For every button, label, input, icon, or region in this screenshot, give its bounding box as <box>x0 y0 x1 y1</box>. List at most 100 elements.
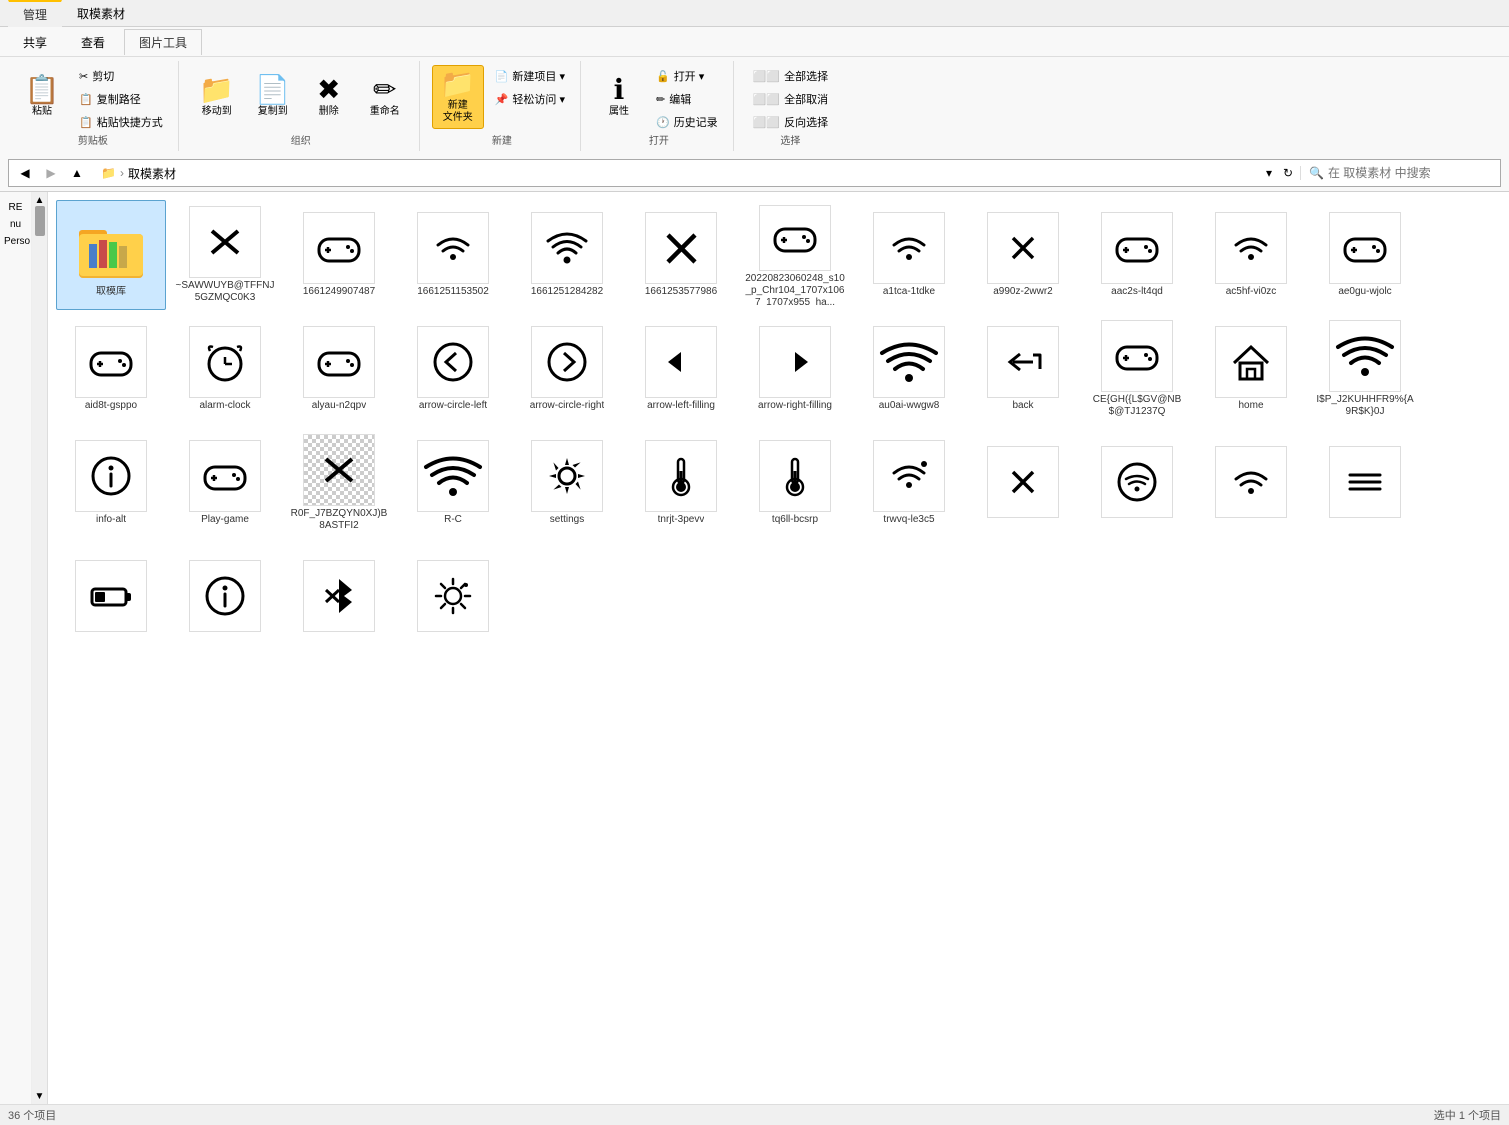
path-dropdown-button[interactable]: ▾ <box>1262 166 1276 180</box>
status-bar: 36 个项目 选中 1 个项目 <box>0 1104 1509 1125</box>
file-item-r0f[interactable]: R0F_J7BZQYN0XJ)B8ASTFI2 <box>284 428 394 538</box>
file-item-qumo-library[interactable]: 取模库 <box>56 200 166 310</box>
paste-shortcut-button[interactable]: 📋 粘贴快捷方式 <box>72 111 170 133</box>
back-nav-button[interactable]: ◀ <box>13 161 37 185</box>
file-icon-bg <box>417 440 489 512</box>
tab-qumo[interactable]: 取模素材 <box>62 0 140 27</box>
file-item-166125357[interactable]: 1661253577986 <box>626 200 736 310</box>
file-icon-bg <box>1215 212 1287 284</box>
history-button[interactable]: 🕐 历史记录 <box>649 111 725 133</box>
delete-button[interactable]: ✖ 删除 <box>303 65 355 129</box>
file-item-wifitiny-row5[interactable] <box>1196 428 1306 538</box>
sidebar-pin-nu[interactable]: nu <box>2 217 29 232</box>
scissors-icon: ✂ <box>79 70 88 83</box>
file-item-rc[interactable]: R-C <box>398 428 508 538</box>
copy-button[interactable]: 📄 复制到 <box>247 65 299 129</box>
file-item-bluetooth-filled-row5[interactable] <box>284 542 394 652</box>
file-item-ce-gh[interactable]: CE{GH({L$GV@NB$@TJ1237Q <box>1082 314 1192 424</box>
file-icon-bg <box>189 440 261 512</box>
file-item-trwvq[interactable]: trwvq-le3c5 <box>854 428 964 538</box>
file-item-settings[interactable]: settings <box>512 428 622 538</box>
select-all-button[interactable]: ⬜⬜ 全部选择 <box>746 65 835 87</box>
file-item-aac2s[interactable]: aac2s-lt4qd <box>1082 200 1192 310</box>
file-item-arrow-circle-left[interactable]: arrow-circle-left <box>398 314 508 424</box>
file-item-sun-row5[interactable] <box>398 542 508 652</box>
cut-button[interactable]: ✂ 剪切 <box>72 65 170 87</box>
scroll-thumb[interactable] <box>35 206 45 236</box>
easy-access-button[interactable]: 📌 轻松访问 ▾ <box>488 88 572 110</box>
file-item-arrow-right-filling[interactable]: arrow-right-filling <box>740 314 850 424</box>
file-item-wifi-row5[interactable] <box>1082 428 1192 538</box>
file-label: trwvq-le3c5 <box>883 514 934 526</box>
file-item-home[interactable]: home <box>1196 314 1306 424</box>
search-icon: 🔍 <box>1309 166 1324 180</box>
file-item-tq6ll[interactable]: tq6ll-bcsrp <box>740 428 850 538</box>
deselect-all-label: 全部取消 <box>784 91 828 107</box>
open-button[interactable]: 🔓 打开 ▾ <box>649 65 725 87</box>
address-path[interactable]: 📁 › 取模素材 <box>93 165 1262 182</box>
organize-group: 📁 移动到 📄 复制到 ✖ 删除 ✏ 重命名 组织 <box>183 61 420 151</box>
copy-path-button[interactable]: 📋 复制路径 <box>72 88 170 110</box>
file-label: arrow-circle-right <box>530 400 604 412</box>
up-nav-button[interactable]: ▲ <box>65 161 89 185</box>
file-item-sawwuyb[interactable]: ~SAWWUYB@TFFNJ5GZMQC0K3 <box>170 200 280 310</box>
file-item-au0ai[interactable]: au0ai-wwgw8 <box>854 314 964 424</box>
file-item-battery-row5[interactable] <box>56 542 166 652</box>
subtab-share[interactable]: 共享 <box>8 29 62 55</box>
tab-manage[interactable]: 管理 <box>8 0 62 27</box>
sidebar-pin-re[interactable]: RE <box>2 200 29 215</box>
file-item-arrow-circle-right[interactable]: arrow-circle-right <box>512 314 622 424</box>
file-icon-bg <box>303 326 375 398</box>
file-item-alarm-clock[interactable]: alarm-clock <box>170 314 280 424</box>
file-item-a1tca[interactable]: a1tca-1tdke <box>854 200 964 310</box>
file-item-isp[interactable]: I$P_J2KUHHFR9%{A9R$K}0J <box>1310 314 1420 424</box>
ribbon: 管理 取模素材 共享 查看 图片工具 📋 粘贴 ✂ 剪切 📋 <box>0 0 1509 192</box>
subtab-view[interactable]: 查看 <box>66 29 120 55</box>
file-item-tnrjt[interactable]: tnrjt-3pevv <box>626 428 736 538</box>
file-item-play-game[interactable]: Play-game <box>170 428 280 538</box>
file-item-a990z[interactable]: a990z-2wwr2 <box>968 200 1078 310</box>
file-item-1661249[interactable]: 1661249907487 <box>284 200 394 310</box>
new-item-icon: 📄 <box>495 70 509 83</box>
properties-button[interactable]: ℹ 属性 <box>593 65 645 129</box>
new-folder-button[interactable]: 📁 新建文件夹 <box>432 65 484 129</box>
file-item-ae0gu[interactable]: ae0gu-wjolc <box>1310 200 1420 310</box>
scroll-up-button[interactable]: ▲ <box>34 194 46 206</box>
forward-nav-button[interactable]: ▶ <box>39 161 63 185</box>
scroll-down-button[interactable]: ▼ <box>34 1090 46 1102</box>
refresh-button[interactable]: ↻ <box>1276 161 1300 185</box>
file-label: a990z-2wwr2 <box>993 286 1052 298</box>
edit-button[interactable]: ✏ 编辑 <box>649 88 725 110</box>
sidebar-pin-perso[interactable]: Perso <box>2 234 29 249</box>
file-item-info-alt[interactable]: info-alt <box>56 428 166 538</box>
file-item-bluetooth-row5[interactable] <box>968 428 1078 538</box>
file-item-back[interactable]: back <box>968 314 1078 424</box>
cut-label: 剪切 <box>92 68 114 84</box>
file-item-16612512842[interactable]: 1661251284282 <box>512 200 622 310</box>
file-icon-bg <box>987 326 1059 398</box>
file-item-alyau[interactable]: alyau-n2qpv <box>284 314 394 424</box>
file-icon-bg <box>1215 446 1287 518</box>
invert-select-button[interactable]: ⬜⬜ 反向选择 <box>746 111 835 133</box>
file-item-info-row5[interactable] <box>170 542 280 652</box>
file-item-arrow-left-filling[interactable]: arrow-left-filling <box>626 314 736 424</box>
file-icon-bg <box>303 560 375 632</box>
new-item-button[interactable]: 📄 新建项目 ▾ <box>488 65 572 87</box>
edit-label: 编辑 <box>669 91 691 107</box>
file-item-ac5hf[interactable]: ac5hf-vi0zc <box>1196 200 1306 310</box>
move-button[interactable]: 📁 移动到 <box>191 65 243 129</box>
file-item-menu-row5[interactable] <box>1310 428 1420 538</box>
file-item-16612511535[interactable]: 1661251153502 <box>398 200 508 310</box>
search-input[interactable] <box>1328 166 1488 180</box>
file-icon-bg <box>303 212 375 284</box>
file-icon-bg <box>1101 212 1173 284</box>
paste-button[interactable]: 📋 粘贴 <box>16 65 68 129</box>
file-label: ~SAWWUYB@TFFNJ5GZMQC0K3 <box>175 280 275 304</box>
file-icon-bg <box>759 440 831 512</box>
file-item-20220823[interactable]: 20220823060248_s10_p_Chr104_1707x1067_17… <box>740 200 850 310</box>
file-icon-bg <box>75 326 147 398</box>
rename-button[interactable]: ✏ 重命名 <box>359 65 411 129</box>
subtab-picture-tools[interactable]: 图片工具 <box>124 29 202 55</box>
file-item-aid8t[interactable]: aid8t-gsppo <box>56 314 166 424</box>
deselect-all-button[interactable]: ⬜⬜ 全部取消 <box>746 88 835 110</box>
